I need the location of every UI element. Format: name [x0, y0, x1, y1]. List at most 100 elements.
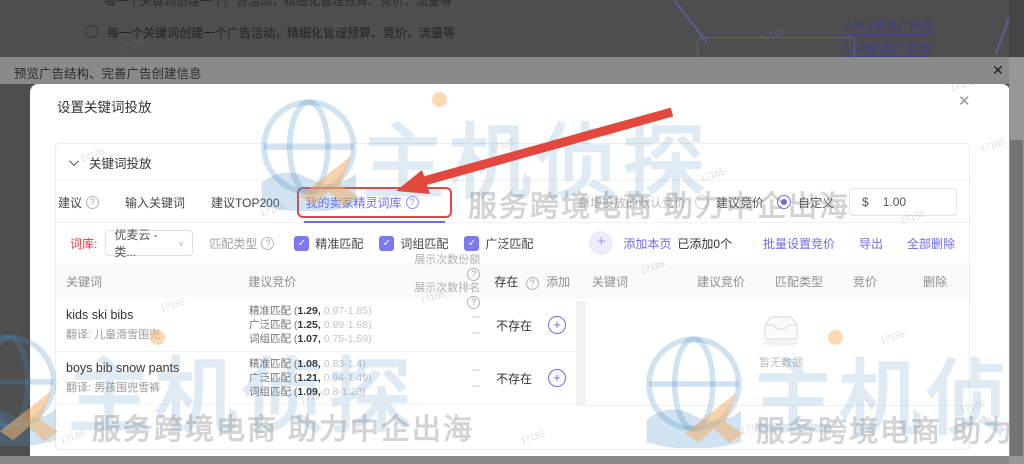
- tabs-row: 建议? 输入关键词 建议TOP200 我的卖家精灵词库? 新增投放的默认竞价 建议竞价…: [56, 181, 969, 223]
- lexicon-toolbar: 词库: 优麦云 - 类... ∨ 匹配类型 ? ✓ 精准匹配 ✓ 词组匹配 ✓ 广泛匹配 …: [56, 223, 969, 263]
- banner-close-icon[interactable]: ✕: [992, 62, 1004, 79]
- modal-title: 设置关键词投放: [57, 100, 152, 115]
- radio-label: 自定义: [797, 195, 834, 210]
- tab-1[interactable]: 建议?: [58, 194, 125, 211]
- asin-precise-group-link[interactable]: ASIN精准广告组: [845, 17, 934, 35]
- exist-cell: 不存在: [496, 371, 533, 386]
- modal-close-icon[interactable]: ✕: [958, 92, 971, 110]
- scrollbar-top: [1009, 0, 1024, 57]
- add-page-plus-icon[interactable]: +: [589, 231, 614, 255]
- table-row: boys bib snow pants 翻译: 男孩围兜雪裤 精准匹配 (1.08,…: [56, 352, 576, 405]
- preview-banner: 预览广告结构、完善广告创建信息 ✕: [0, 57, 1024, 84]
- add-keyword-icon[interactable]: +: [548, 316, 566, 334]
- radio-label: 建议竞价: [715, 195, 764, 210]
- default-bid-controls: 新增投放的默认竞价 建议竞价 自定义 $ 1.00: [578, 181, 957, 223]
- radio-suggested[interactable]: [694, 195, 709, 209]
- screenshot-root: { "background": { "row1": "每一个关键词创建一个广告活…: [0, 0, 1024, 464]
- chevron-down-icon: [69, 155, 80, 166]
- help-icon[interactable]: ?: [86, 195, 100, 209]
- impression-share-value: --: [472, 311, 480, 323]
- dimmed-background-strip: [0, 456, 1024, 464]
- bid-line: 精准匹配 (1.08, 0.83-1.4): [249, 358, 366, 370]
- add-cell: +: [546, 369, 576, 387]
- lexicon-label: 词库:: [70, 236, 98, 251]
- checkbox-label: 广泛匹配: [485, 236, 534, 251]
- right-header-5: 删除: [923, 274, 948, 289]
- checkbox-checked-icon[interactable]: ✓: [379, 235, 395, 251]
- header-add: 添加: [546, 274, 571, 289]
- right-header-4: 竞价: [853, 274, 878, 289]
- export-link[interactable]: 导出: [859, 235, 883, 252]
- custom-bid-input[interactable]: $ 1.00: [849, 188, 957, 216]
- selected-keywords-panel: 暂无数据: [586, 299, 971, 406]
- banner-title: 预览广告结构、完善广告创建信息: [14, 67, 202, 81]
- added-count: 已添加0个: [677, 236, 733, 251]
- table-header-row: 关键词 建议竞价 展示次数份额? 展示次数排名? 存在 ? 添加 关键词 建议竞价…: [56, 254, 969, 309]
- add-page-group: + 添加本页 已添加0个: [589, 231, 732, 255]
- checkbox-label: 词组匹配: [400, 236, 449, 251]
- right-header-3: 匹配类型: [775, 274, 824, 289]
- keyword-translation: 翻译: 男孩围兜雪裤: [66, 382, 161, 394]
- bid-line: 广泛匹配 (1.25, 0.89-1.68): [249, 319, 372, 331]
- scrollbar-thumb[interactable]: [1010, 140, 1023, 456]
- keyword-targeting-modal: 设置关键词投放 ✕ 关键词投放 建议? 输入关键词 建议TOP200 我的卖家精灵词库…: [30, 84, 1010, 456]
- empty-state: 暂无数据: [741, 311, 821, 370]
- help-icon[interactable]: ?: [525, 276, 539, 290]
- section-title: 关键词投放: [89, 156, 152, 171]
- asin-expand-group-link[interactable]: ASIN拓展广告组: [842, 39, 931, 57]
- dimmed-background-page: 每一个关键词创建一个广告活动，精细化管理预算、竞价、流量等 每一个关键词创建一个…: [0, 0, 1024, 57]
- header-keyword: 关键词: [66, 274, 103, 289]
- keyword-text: kids ski bibs: [66, 308, 134, 322]
- suggestion-table: kids ski bibs 翻译: 儿童滑雪围兜 精准匹配 (1.29, 0.97-…: [56, 299, 576, 405]
- match-type-label: 匹配类型 ?: [209, 235, 275, 252]
- checkbox-item-2[interactable]: ✓ 词组匹配: [379, 235, 448, 252]
- keyword-text: boys bib snow pants: [66, 361, 180, 375]
- empty-box-icon: [763, 316, 799, 346]
- tab-3[interactable]: 建议TOP200: [211, 194, 305, 211]
- checkbox-checked-icon[interactable]: ✓: [294, 235, 310, 251]
- bid-line: 词组匹配 (1.09, 0.8-1.28): [249, 386, 366, 398]
- keyword-translation: 翻译: 儿童滑雪围兜: [66, 329, 161, 341]
- flowchart-node-box: [697, 37, 855, 57]
- background-option-text-clipped: 每一个关键词创建一个广告活动，精细化管理预算、竞价、流量等: [104, 0, 453, 8]
- tab-label: 建议: [58, 195, 83, 210]
- bid-line: 精准匹配 (1.29, 0.97-1.85): [249, 305, 372, 317]
- currency-symbol: $: [862, 195, 869, 209]
- tab-label: 输入关键词: [125, 195, 186, 210]
- checkbox-label: 精准匹配: [315, 236, 364, 251]
- checkbox-checked-icon[interactable]: ✓: [464, 235, 480, 251]
- bulk-actions: 批量设置竞价 导出 全部删除: [763, 235, 955, 252]
- tab-2[interactable]: 输入关键词: [125, 194, 211, 211]
- right-header-1: 关键词: [592, 274, 629, 289]
- tab-4[interactable]: 我的卖家精灵词库?: [296, 186, 452, 223]
- radio-unselected-icon[interactable]: [85, 25, 98, 38]
- custom-bid-value: 1.00: [882, 195, 907, 209]
- help-icon[interactable]: ?: [261, 236, 275, 250]
- help-icon[interactable]: ?: [467, 268, 481, 281]
- exist-cell: 不存在: [496, 318, 533, 333]
- tab-label: 我的卖家精灵词库: [305, 195, 402, 210]
- section-header[interactable]: 关键词投放: [56, 144, 969, 181]
- help-icon[interactable]: ?: [405, 195, 419, 209]
- bid-line: 广泛匹配 (1.21, 0.94-1.49): [249, 372, 372, 384]
- delete-all-link[interactable]: 全部删除: [907, 235, 955, 252]
- add-page-link[interactable]: 添加本页: [623, 235, 671, 252]
- radio-custom[interactable]: [776, 195, 791, 209]
- batch-bid-link[interactable]: 批量设置竞价: [763, 235, 835, 252]
- keyword-cell: boys bib snow pants 翻译: 男孩围兜雪裤: [56, 361, 241, 395]
- lexicon-dropdown[interactable]: 优麦云 - 类... ∨: [105, 228, 194, 259]
- default-bid-label: 新增投放的默认竞价: [577, 195, 686, 210]
- table-divider: [576, 301, 586, 406]
- keyword-targeting-section: 关键词投放 建议? 输入关键词 建议TOP200 我的卖家精灵词库? 新增投放的默认竞…: [55, 143, 971, 450]
- lexicon-selected-value: 优麦云 - 类...: [114, 228, 158, 259]
- impression-share-value: --: [472, 364, 480, 376]
- background-option-text: 每一个关键词创建一个广告活动，精细化管理预算、竞价、流量等: [107, 26, 456, 40]
- checkbox-item-1[interactable]: ✓ 精准匹配: [294, 235, 363, 252]
- bid-line: 词组匹配 (1.07, 0.75-1.59): [249, 333, 372, 345]
- keyword-cell: kids ski bibs 翻译: 儿童滑雪围兜: [56, 308, 241, 342]
- add-cell: +: [546, 316, 576, 334]
- tables-area: 关键词 建议竞价 展示次数份额? 展示次数排名? 存在 ? 添加 关键词 建议竞价…: [56, 254, 971, 406]
- impression-cell: -- --: [411, 309, 486, 341]
- add-keyword-icon[interactable]: +: [548, 369, 566, 387]
- checkbox-item-3[interactable]: ✓ 广泛匹配: [464, 235, 533, 252]
